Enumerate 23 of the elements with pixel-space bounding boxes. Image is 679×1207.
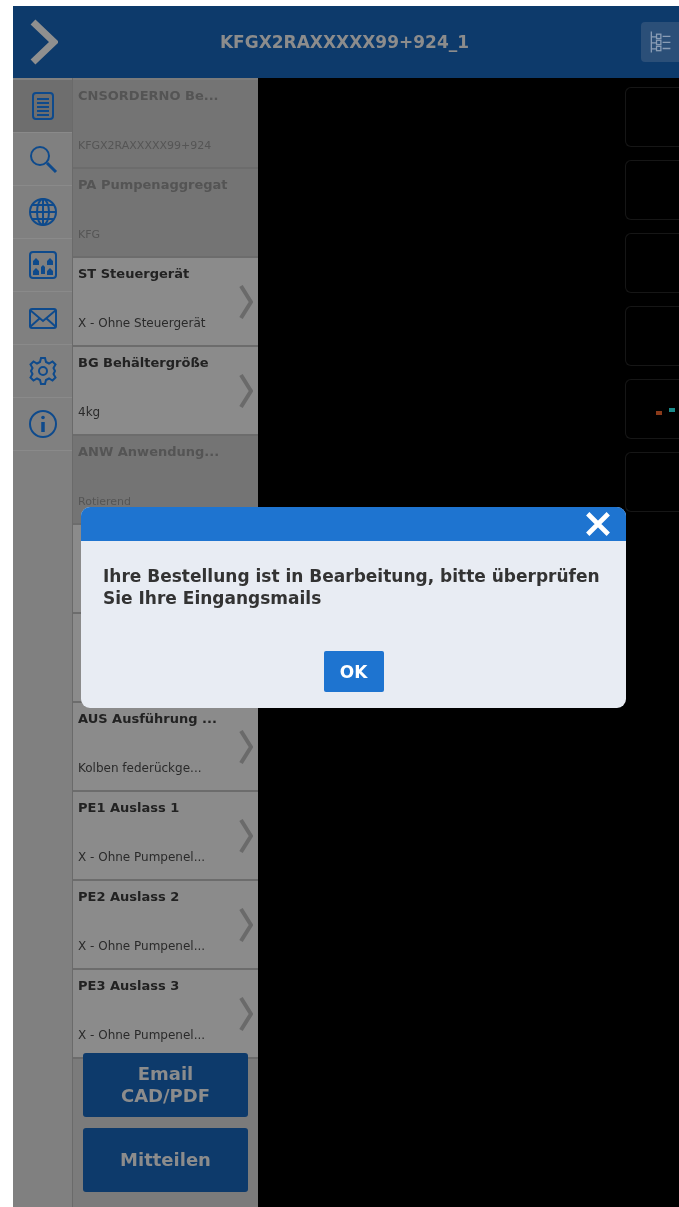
action-button[interactable]: Email CAD/PDF [83, 1053, 248, 1117]
option-title: PE1 Auslass 1 [78, 800, 181, 815]
option-value: X - Ohne Pumpenel... [78, 939, 207, 953]
option-title: PE2 Auslass 2 [78, 889, 181, 904]
option-row[interactable]: PE3 Auslass 3 X - Ohne Pumpenel... [73, 970, 258, 1059]
option-title: PE3 Auslass 3 [78, 978, 181, 993]
option-value: X - Ohne Steuergerät [78, 316, 207, 330]
option-row[interactable]: PE2 Auslass 2 X - Ohne Pumpenel... [73, 881, 258, 970]
dialog-message: Ihre Bestellung ist in Bearbeitung, bitte überprüfen Sie Ihre Eingangsmails [103, 565, 601, 609]
option-value: Kolben federückge... [78, 761, 203, 775]
option-title: AUS Ausführung ... [78, 711, 218, 726]
option-title: BG Behältergröße [78, 355, 210, 370]
window-title: KFGX2RAXXXXX99+924_1 [218, 32, 471, 52]
option-row[interactable]: ST Steuergerät X - Ohne Steuergerät [73, 258, 258, 347]
option-value: 4kg [78, 405, 102, 419]
option-row[interactable]: BG Behältergröße 4kg [73, 347, 258, 436]
option-row[interactable]: PE1 Auslass 1 X - Ohne Pumpenel... [73, 792, 258, 881]
option-value: X - Ohne Pumpenel... [78, 1028, 207, 1042]
option-value: X - Ohne Pumpenel... [78, 850, 207, 864]
option-row[interactable]: AUS Ausführung ... Kolben federückge... [73, 703, 258, 792]
option-title: ST Steuergerät [78, 266, 191, 281]
action-button[interactable]: Mitteilen [83, 1128, 248, 1192]
ok-button[interactable]: OK [323, 651, 384, 692]
